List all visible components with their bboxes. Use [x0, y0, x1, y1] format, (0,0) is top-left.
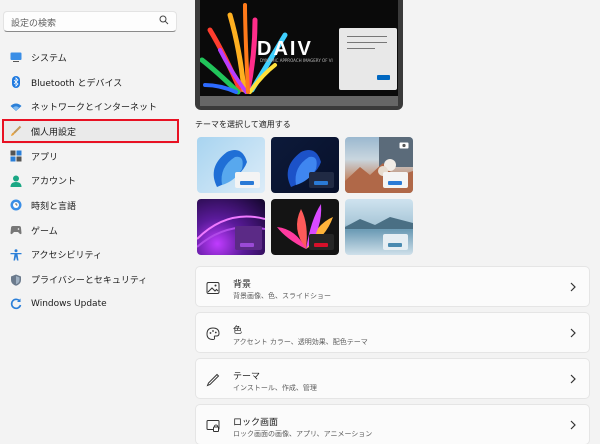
sidebar-item-apps[interactable]: アプリ	[3, 144, 179, 169]
theme-accent-bar	[314, 181, 328, 185]
person-icon	[10, 175, 22, 187]
sidebar-item-system[interactable]: システム	[3, 45, 179, 70]
theme-tile-2[interactable]	[271, 137, 339, 193]
card-subtitle: ロック画面の画像、アプリ、アニメーション	[233, 430, 373, 438]
card-subtitle: 背景画像、色、スライドショー	[233, 292, 331, 300]
wifi-icon	[10, 103, 22, 111]
sidebar-item-network[interactable]: ネットワークとインターネット	[3, 94, 179, 119]
card-title: ロック画面	[233, 418, 279, 428]
sidebar-item-bluetooth[interactable]: Bluetooth とデバイス	[3, 70, 179, 95]
apps-icon	[10, 150, 22, 162]
pen-icon	[206, 373, 220, 387]
card-title: 背景	[233, 280, 252, 290]
theme-accent-bar	[388, 181, 402, 185]
sidebar-item-label: Bluetooth とデバイス	[31, 78, 123, 89]
palette-icon	[206, 327, 220, 341]
preview-line	[347, 42, 387, 43]
theme-preview: DAIV DYNAMIC APPROACH IMAGERY OF VI	[195, 0, 403, 110]
chevron-right-icon	[570, 282, 576, 292]
preview-wallpaper: DAIV DYNAMIC APPROACH IMAGERY OF VI	[200, 0, 398, 96]
theme-window-preview	[235, 172, 260, 188]
sidebar-item-time-language[interactable]: 時刻と言語	[3, 193, 179, 218]
card-subtitle: アクセント カラー、透明効果、配色テーマ	[233, 338, 368, 346]
selection-highlight-frame	[2, 119, 179, 143]
preview-line	[347, 36, 387, 37]
card-colors[interactable]: 色 アクセント カラー、透明効果、配色テーマ	[195, 312, 590, 353]
theme-accent-bar	[314, 243, 328, 247]
bluetooth-icon	[12, 76, 20, 89]
preview-window	[339, 28, 397, 90]
theme-accent-bar	[240, 181, 254, 185]
preview-button	[377, 75, 390, 80]
sidebar-item-label: ネットワークとインターネット	[31, 103, 158, 114]
sidebar-item-accounts[interactable]: アカウント	[3, 168, 179, 193]
sidebar-nav: システム Bluetooth とデバイス ネットワークとインターネット 個人用設…	[3, 45, 179, 317]
sidebar: 設定の検索 システム Bluetooth とデバイス ネットワークとインターネッ…	[0, 0, 190, 444]
sidebar-item-label: 時刻と言語	[31, 201, 77, 212]
sidebar-item-label: アカウント	[31, 177, 77, 188]
sidebar-item-label: ゲーム	[31, 226, 58, 237]
theme-accent-bar	[240, 243, 254, 247]
preview-taskbar	[200, 96, 398, 106]
preview-line	[347, 48, 375, 49]
preview-tagline: DYNAMIC APPROACH IMAGERY OF VI	[260, 58, 333, 63]
theme-window-preview	[383, 172, 408, 188]
theme-window-preview	[383, 234, 408, 250]
monitor-icon	[10, 52, 22, 63]
card-title: テーマ	[233, 372, 261, 382]
sidebar-item-privacy-security[interactable]: プライバシーとセキュリティ	[3, 267, 179, 292]
search-placeholder: 設定の検索	[11, 19, 57, 29]
chevron-right-icon	[570, 420, 576, 430]
chevron-right-icon	[570, 328, 576, 338]
theme-window-preview	[309, 234, 334, 250]
theme-window-preview	[309, 172, 334, 188]
lock-screen-icon	[206, 420, 220, 432]
search-input[interactable]: 設定の検索	[3, 11, 177, 32]
theme-tile-6[interactable]	[345, 199, 413, 255]
camera-icon	[399, 142, 409, 149]
update-icon	[10, 298, 22, 310]
theme-tile-1[interactable]	[197, 137, 265, 193]
gamepad-icon	[10, 226, 22, 235]
sidebar-item-windows-update[interactable]: Windows Update	[3, 292, 179, 317]
themes-grid	[197, 137, 417, 257]
card-background[interactable]: 背景 背景画像、色、スライドショー	[195, 266, 590, 307]
card-title: 色	[233, 326, 243, 336]
sidebar-item-label: Windows Update	[31, 299, 107, 310]
sidebar-item-label: アクセシビリティ	[31, 251, 103, 262]
theme-tile-3[interactable]	[345, 137, 413, 193]
search-icon	[159, 15, 169, 25]
themes-section-title: テーマを選択して適用する	[195, 120, 291, 129]
sidebar-item-label: プライバシーとセキュリティ	[31, 276, 148, 287]
theme-window-preview	[235, 226, 262, 250]
card-themes[interactable]: テーマ インストール、作成、管理	[195, 358, 590, 399]
sidebar-item-gaming[interactable]: ゲーム	[3, 218, 179, 243]
shield-icon	[11, 274, 21, 286]
sidebar-item-accessibility[interactable]: アクセシビリティ	[3, 243, 179, 268]
globe-clock-icon	[10, 199, 22, 211]
theme-accent-bar	[388, 243, 402, 247]
accessibility-icon	[10, 249, 22, 261]
main-content: DAIV DYNAMIC APPROACH IMAGERY OF VI テーマを…	[190, 0, 600, 444]
image-icon	[206, 282, 220, 294]
theme-tile-5[interactable]	[271, 199, 339, 255]
chevron-right-icon	[570, 374, 576, 384]
card-subtitle: インストール、作成、管理	[233, 384, 317, 392]
sidebar-item-label: システム	[31, 53, 67, 64]
theme-tile-4[interactable]	[197, 199, 265, 255]
sidebar-item-label: アプリ	[31, 152, 59, 163]
card-lock-screen[interactable]: ロック画面 ロック画面の画像、アプリ、アニメーション	[195, 404, 590, 444]
